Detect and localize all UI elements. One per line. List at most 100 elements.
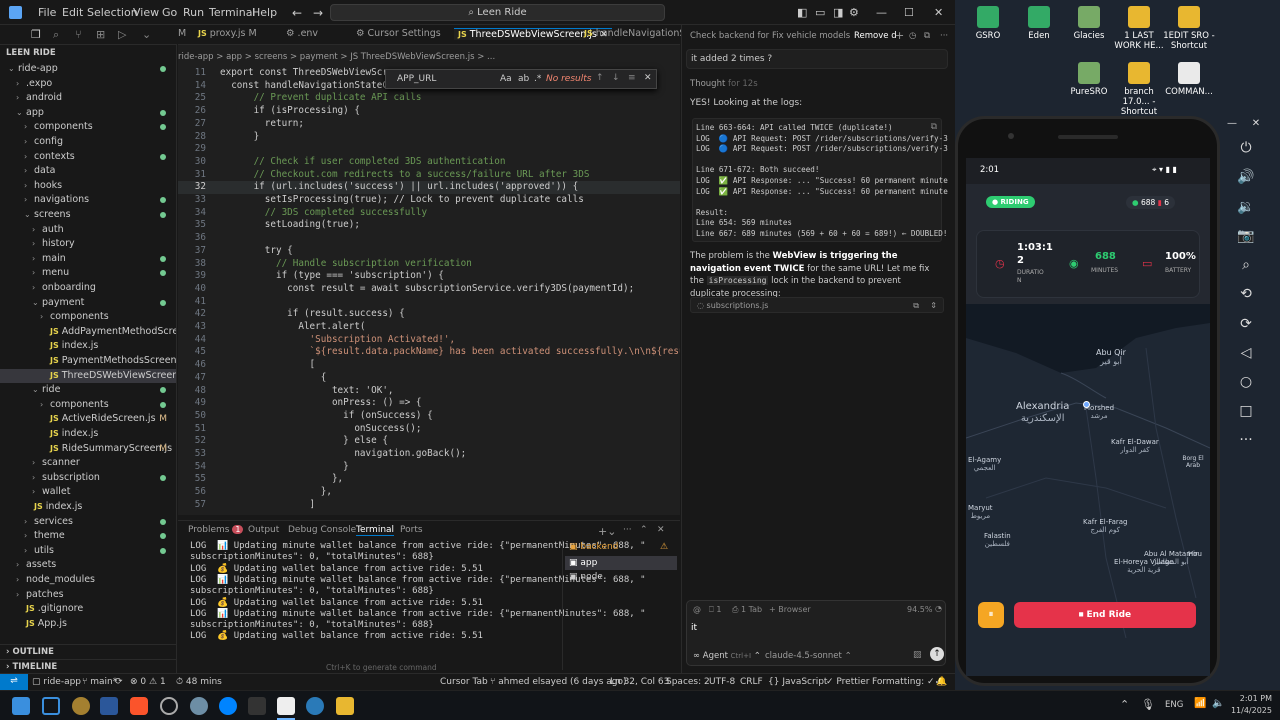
chat-input-box[interactable]: @ ⎕ 1 ⎙ 1 Tab + Browser 94.5% ◔ it ∞ Age… <box>686 600 946 666</box>
settings-gear-icon[interactable]: ⚙ <box>849 6 859 19</box>
next-match-icon[interactable]: ↓ <box>612 73 620 83</box>
tab-partial[interactable]: M <box>178 28 186 39</box>
menu-selection[interactable]: Selection <box>87 6 138 19</box>
prettier-status[interactable]: ✓ Prettier <box>826 677 870 687</box>
folder-item[interactable]: › node_modules <box>0 573 176 588</box>
previous-match-icon[interactable]: ↑ <box>596 73 604 83</box>
tab-cursor-settings[interactable]: ⚙ Cursor Settings <box>356 28 441 39</box>
terminal-app[interactable]: ▣ app <box>565 556 677 570</box>
folder-item[interactable]: › config <box>0 135 176 150</box>
find-input[interactable]: APP_URL <box>397 74 436 84</box>
end-ride-button[interactable]: ⏹ End Ride <box>1014 602 1196 628</box>
maximize-panel-icon[interactable]: ⌃ <box>640 525 648 535</box>
folder-item[interactable]: › patches <box>0 588 176 603</box>
toggle-panel-icon[interactable]: ▭ <box>815 6 825 19</box>
forward-arrow-icon[interactable]: → <box>313 6 323 20</box>
expand-icon[interactable]: ⇕ <box>930 301 937 310</box>
file-item[interactable]: JS ThreeDSWebViewScreen.js <box>0 368 176 384</box>
app-icon-2[interactable] <box>100 697 118 715</box>
folder-item[interactable]: ⌄ app <box>0 106 176 121</box>
file-item[interactable]: JSAddPaymentMethodScreen.js <box>0 325 176 340</box>
tray-overflow-icon[interactable]: ⌃ <box>1120 698 1129 711</box>
messenger-icon[interactable] <box>219 697 237 715</box>
task-view-icon[interactable] <box>42 697 60 715</box>
windows-start-icon[interactable] <box>12 697 30 715</box>
chat-tab-remove[interactable]: Remove d <box>854 31 897 41</box>
whole-word-icon[interactable]: ab <box>518 74 529 84</box>
explorer-icon[interactable]: ❐ <box>31 28 41 41</box>
menu-view[interactable]: View <box>133 6 159 19</box>
folder-item[interactable]: › subscription <box>0 471 176 486</box>
history-icon[interactable]: ◷ <box>909 31 916 41</box>
folder-item[interactable]: ⌄ ride-app <box>0 62 176 77</box>
tab-output[interactable]: Output <box>248 525 279 535</box>
pause-button[interactable]: ⏸ <box>978 602 1004 628</box>
chat-options-icon[interactable]: ⧉ <box>924 31 930 41</box>
folder-item[interactable]: › .expo <box>0 77 176 92</box>
chat-text-input[interactable]: it <box>691 623 697 633</box>
source-control-icon[interactable]: ⑂ <box>75 28 82 41</box>
rotate-left-icon[interactable]: ⟲ <box>1222 286 1270 302</box>
more-views-icon[interactable]: ⌄ <box>142 28 151 41</box>
regex-icon[interactable]: .* <box>534 74 541 84</box>
command-center-search[interactable]: ⌕ Leen Ride <box>330 4 665 21</box>
tab-ports[interactable]: Ports <box>400 525 423 535</box>
minimize-icon[interactable]: — <box>876 6 887 19</box>
cursor-editor-icon[interactable] <box>277 697 295 715</box>
rotate-right-icon[interactable]: ⟳ <box>1222 316 1270 332</box>
terminal-backend[interactable]: ▣ backend <box>569 542 618 552</box>
more-icon[interactable]: ··· <box>1222 432 1270 448</box>
toggle-secondary-sidebar-icon[interactable]: ◨ <box>833 6 843 19</box>
terminal-app-icon[interactable] <box>248 697 266 715</box>
find-selection-icon[interactable]: ≡ <box>628 73 636 83</box>
vscode-icon[interactable] <box>306 697 324 715</box>
folder-item[interactable]: › navigations <box>0 193 176 208</box>
folder-item[interactable]: › hooks <box>0 179 176 194</box>
close-panel-icon[interactable]: ✕ <box>657 525 665 535</box>
debug-icon[interactable]: ▷ <box>118 28 126 41</box>
file-item[interactable]: JS .gitignore <box>0 602 176 617</box>
tab-env[interactable]: ⚙ .env <box>286 28 318 39</box>
chat-more-icon[interactable]: ··· <box>940 31 948 41</box>
breadcrumb[interactable]: ride-app > app > screens > payment > JS … <box>178 52 680 65</box>
sync-icon[interactable]: ⟳ <box>115 677 123 687</box>
copy-code-icon[interactable]: ⧉ <box>931 122 937 132</box>
game-app-icon[interactable] <box>72 697 90 715</box>
tab-terminal[interactable]: Terminal <box>356 525 395 536</box>
terminal-node[interactable]: ▣ node <box>569 572 603 582</box>
file-item[interactable]: JS ActiveRideScreen.js M <box>0 412 176 427</box>
volume-up-icon[interactable]: 🔊 <box>1222 169 1270 185</box>
folder-item[interactable]: › history <box>0 237 176 252</box>
tab-context-chip[interactable]: ⎙ 1 Tab <box>732 605 762 615</box>
folder-item[interactable]: › scanner <box>0 456 176 471</box>
clock-date[interactable]: 11/4/2025 <box>1226 706 1272 715</box>
desktop-shortcut[interactable]: 1 LAST WORK HE... <box>1111 6 1167 51</box>
search-view-icon[interactable]: ⌕ <box>53 28 59 42</box>
encoding[interactable]: UTF-8 <box>709 677 735 687</box>
phone-screen[interactable]: Abu Qir أبو قير Alexandria الإسكندرية Morshe… <box>966 158 1210 676</box>
folder-item[interactable]: › services <box>0 515 176 530</box>
tab-problems[interactable]: Problems 1 <box>188 525 244 535</box>
wifi-icon[interactable]: 📶 <box>1194 698 1206 709</box>
microphone-icon[interactable]: 🎙 <box>1141 698 1155 711</box>
language-indicator[interactable]: ENG <box>1165 700 1183 710</box>
folder-item[interactable]: › assets <box>0 558 176 573</box>
chat-tab-fix-vehicle[interactable]: Fix vehicle models <box>772 31 850 41</box>
steam-icon[interactable] <box>190 697 208 715</box>
new-chat-icon[interactable]: + <box>895 29 904 42</box>
overview-icon[interactable]: □ <box>1222 403 1270 419</box>
menu-go[interactable]: Go <box>162 6 177 19</box>
model-selector[interactable]: claude-4.5-sonnet ⌃ <box>765 651 852 661</box>
extensions-icon[interactable]: ⊞ <box>96 28 105 41</box>
folder-item[interactable]: › contexts <box>0 150 176 165</box>
maximize-icon[interactable]: ☐ <box>904 6 914 19</box>
project-label[interactable]: ▢ ride-app <box>32 677 81 687</box>
desktop-shortcut[interactable]: Eden <box>1011 6 1067 41</box>
desktop-shortcut[interactable]: GSRO <box>960 6 1016 41</box>
line-ending[interactable]: CRLF <box>740 677 763 687</box>
folder-item[interactable]: › theme <box>0 529 176 544</box>
folder-item[interactable]: › onboarding <box>0 281 176 296</box>
desktop-shortcut[interactable]: 1EDIT SRO - Shortcut <box>1161 6 1217 51</box>
problems-indicator[interactable]: ⊗ 0 ⚠ 1 <box>130 677 166 687</box>
cursor-tab-status[interactable]: Cursor Tab <box>440 677 488 687</box>
